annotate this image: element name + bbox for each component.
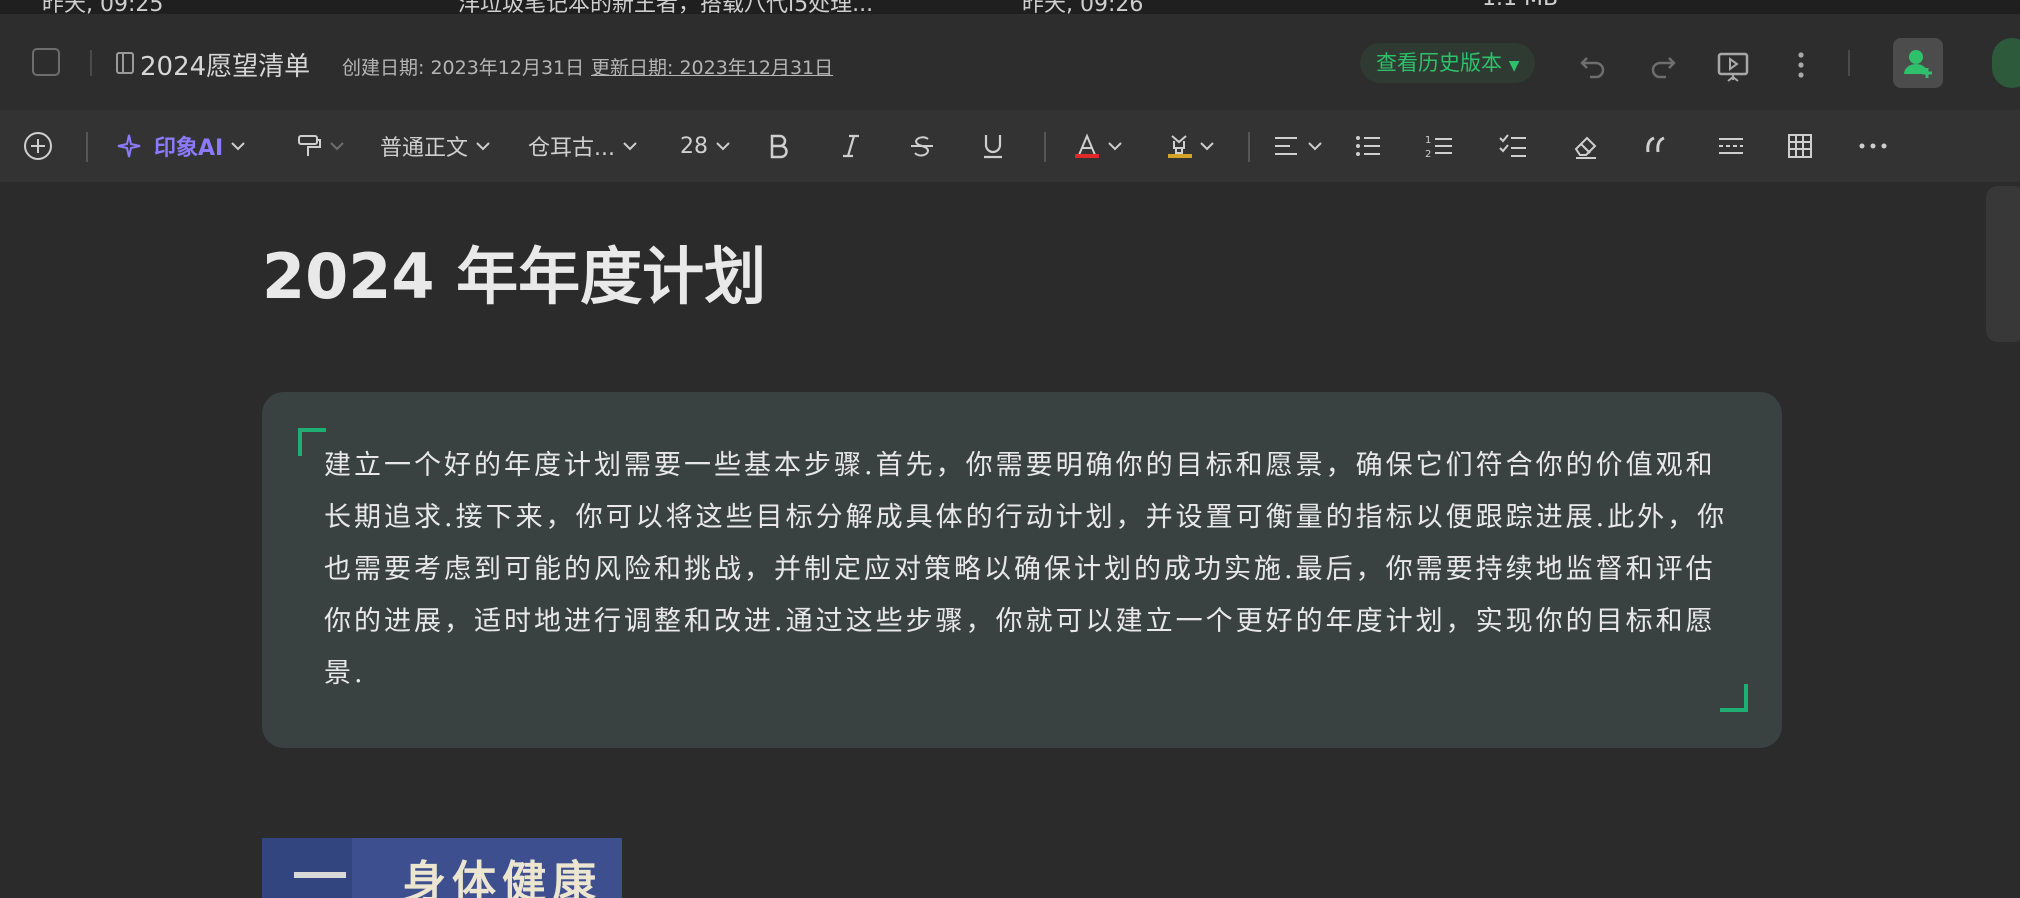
svg-text:2: 2 xyxy=(1425,149,1431,160)
formatting-toolbar: 印象AI 普通正文 仓耳古... 28 1 2 xyxy=(0,110,2020,182)
align-button[interactable] xyxy=(1272,110,1324,182)
chevron-down-icon xyxy=(476,142,490,151)
caret-down-icon: ▼ xyxy=(1508,58,1520,74)
add-collaborator-icon xyxy=(1904,50,1932,78)
format-painter-button[interactable] xyxy=(296,110,346,182)
quote-text[interactable]: 建立一个好的年度计划需要一些基本步骤.首先，你需要明确你的目标和愿景，确保它们符… xyxy=(324,440,1744,700)
view-history-button[interactable]: 查看历史版本 ▼ xyxy=(1360,43,1536,83)
note-title[interactable]: 2024愿望清单 xyxy=(140,46,310,83)
chevron-down-icon xyxy=(231,142,245,151)
underline-icon[interactable] xyxy=(980,110,1006,182)
note-header: 2024愿望清单 创建日期: 2023年12月31日 更新日期: 2023年12… xyxy=(0,14,2020,110)
add-collaborator-button[interactable] xyxy=(1893,38,1943,88)
previous-list-row: 昨天, 09:25 洋垃圾笔记本的新王者，搭载八代i5处理... 昨天, 09:… xyxy=(0,0,2020,15)
table-icon[interactable] xyxy=(1786,110,1814,182)
section-heading[interactable]: 身体健康 xyxy=(262,838,622,898)
redo-icon[interactable] xyxy=(1648,50,1678,80)
add-circle-icon[interactable] xyxy=(22,110,54,182)
row-size: 1.1 MB xyxy=(1482,0,1558,11)
side-tools-panel[interactable] xyxy=(1986,186,2020,342)
sparkle-icon xyxy=(117,134,141,158)
chevron-down-icon xyxy=(716,142,730,151)
ai-label: 印象AI xyxy=(154,136,224,161)
section-heading-text: 身体健康 xyxy=(402,857,602,898)
section-heading-accent xyxy=(262,838,352,898)
row-date: 昨天, 09:25 xyxy=(42,0,164,15)
toolbar-divider-2 xyxy=(1044,132,1046,162)
format-painter-icon xyxy=(298,135,321,156)
chevron-down-icon xyxy=(1308,142,1322,151)
undo-icon[interactable] xyxy=(1578,50,1608,80)
highlight-button[interactable] xyxy=(1166,110,1216,182)
quote-block[interactable]: 建立一个好的年度计划需要一些基本步骤.首先，你需要明确你的目标和愿景，确保它们符… xyxy=(262,392,1782,748)
svg-text:1: 1 xyxy=(1425,135,1431,146)
created-date: 创建日期: 2023年12月31日 xyxy=(342,57,585,79)
more-vertical-icon[interactable] xyxy=(1786,50,1816,80)
page-title[interactable]: 2024 年年度计划 xyxy=(262,226,766,316)
bold-icon[interactable] xyxy=(766,110,792,182)
italic-icon[interactable] xyxy=(838,110,864,182)
quote-close-mark xyxy=(1720,684,1748,712)
numbered-list-icon[interactable]: 12 xyxy=(1424,110,1454,182)
document-icon xyxy=(116,52,134,74)
checklist-icon[interactable] xyxy=(1498,110,1528,182)
chevron-down-icon xyxy=(330,142,344,151)
more-horizontal-icon[interactable] xyxy=(1858,110,1888,182)
font-color-button[interactable] xyxy=(1074,110,1124,182)
row-title: 洋垃圾笔记本的新王者，搭载八代i5处理... xyxy=(458,0,874,15)
font-size-select[interactable]: 28 xyxy=(680,110,732,182)
chevron-down-icon xyxy=(623,142,637,151)
chevron-down-icon xyxy=(1108,142,1122,151)
view-history-label: 查看历史版本 xyxy=(1376,51,1502,75)
font-color-swatch xyxy=(1075,154,1099,158)
toolbar-divider xyxy=(86,132,88,162)
eraser-icon[interactable] xyxy=(1572,110,1600,182)
section-heading-dash xyxy=(294,872,346,878)
font-size-value: 28 xyxy=(680,133,708,159)
quote-icon[interactable] xyxy=(1644,110,1670,182)
quote-open-mark xyxy=(298,428,326,456)
row-date-2: 昨天, 09:26 xyxy=(1022,0,1144,15)
updated-date[interactable]: 更新日期: 2023年12月31日 xyxy=(591,53,833,80)
header-divider-2 xyxy=(1848,50,1850,76)
highlight-color-swatch xyxy=(1168,154,1192,158)
align-icon xyxy=(1275,137,1297,155)
strikethrough-icon[interactable] xyxy=(908,110,936,182)
paragraph-style-select[interactable]: 普通正文 xyxy=(380,110,492,182)
divider-icon[interactable] xyxy=(1716,110,1746,182)
ai-assistant-button[interactable]: 印象AI xyxy=(116,110,247,182)
header-divider xyxy=(90,50,92,76)
share-button[interactable] xyxy=(1992,38,2020,88)
toolbar-divider-3 xyxy=(1248,132,1250,162)
present-icon[interactable] xyxy=(1716,50,1749,82)
bullet-list-icon[interactable] xyxy=(1354,110,1382,182)
chevron-down-icon xyxy=(1200,142,1214,151)
collapse-icon[interactable] xyxy=(32,48,60,76)
paragraph-style-value: 普通正文 xyxy=(380,136,469,161)
font-family-select[interactable]: 仓耳古... xyxy=(528,110,639,182)
font-family-value: 仓耳古... xyxy=(528,136,615,161)
